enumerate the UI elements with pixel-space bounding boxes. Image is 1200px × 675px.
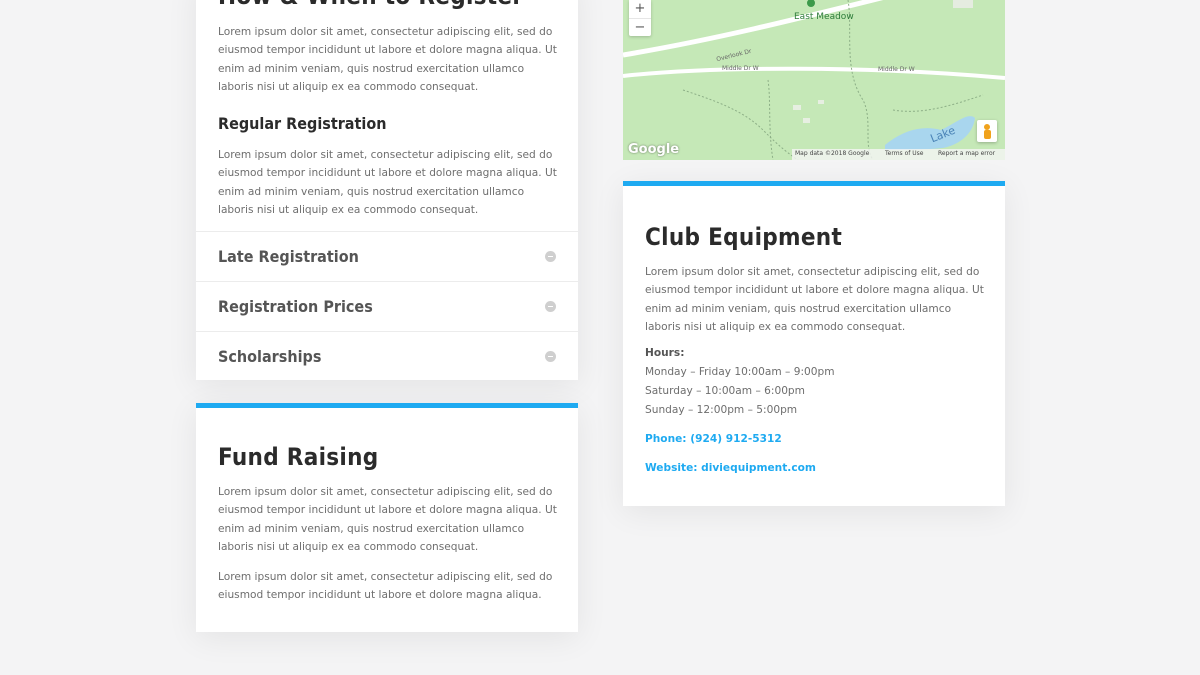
hours-line: Saturday – 10:00am – 6:00pm bbox=[645, 385, 805, 397]
map-road-label: Middle Dr W bbox=[722, 65, 759, 72]
toggle-registration-prices[interactable]: Registration Prices bbox=[196, 281, 578, 331]
map-road-label: Middle Dr W bbox=[878, 66, 915, 73]
map-data-credit: Map data ©2018 Google bbox=[795, 150, 870, 157]
toggle-label: Scholarships bbox=[218, 347, 322, 366]
fund-raising-text-2: Lorem ipsum dolor sit amet, consectetur … bbox=[218, 571, 553, 602]
zoom-out-button[interactable]: − bbox=[629, 18, 651, 36]
map-poi-label: East Meadow bbox=[794, 12, 854, 22]
phone-link[interactable]: Phone: (924) 912-5312 bbox=[645, 433, 782, 445]
club-equipment-text: Lorem ipsum dolor sit amet, consectetur … bbox=[645, 266, 984, 333]
toggle-late-registration[interactable]: Late Registration bbox=[196, 231, 578, 281]
registration-card: How & When to Register Lorem ipsum dolor… bbox=[196, 0, 578, 380]
zoom-in-button[interactable]: + bbox=[629, 0, 651, 17]
registration-intro: Lorem ipsum dolor sit amet, consectetur … bbox=[218, 26, 557, 93]
hours-line: Monday – Friday 10:00am – 9:00pm bbox=[645, 366, 835, 378]
fund-raising-card: Fund Raising Lorem ipsum dolor sit amet,… bbox=[196, 403, 578, 632]
map-zoom-controls: + − bbox=[629, 0, 651, 36]
toggle-label: Late Registration bbox=[218, 247, 359, 266]
fund-raising-title: Fund Raising bbox=[218, 443, 379, 471]
club-equipment-card: Club Equipment Lorem ipsum dolor sit ame… bbox=[623, 181, 1005, 506]
registration-title: How & When to Register bbox=[218, 0, 523, 10]
website-link[interactable]: Website: diviequipment.com bbox=[645, 462, 816, 474]
regular-registration-text: Lorem ipsum dolor sit amet, consectetur … bbox=[218, 149, 557, 216]
toggle-scholarships[interactable]: Scholarships bbox=[196, 331, 578, 381]
hours-label: Hours: bbox=[645, 347, 685, 359]
google-logo: Google bbox=[628, 142, 680, 157]
hours-line: Sunday – 12:00pm – 5:00pm bbox=[645, 404, 798, 416]
map-footer: Map data ©2018 Google Terms of Use Repor… bbox=[792, 149, 1005, 160]
collapse-circle-icon bbox=[545, 351, 556, 362]
collapse-circle-icon bbox=[545, 301, 556, 312]
report-error-link[interactable]: Report a map error bbox=[938, 150, 995, 157]
collapse-circle-icon bbox=[545, 251, 556, 262]
regular-registration-title: Regular Registration bbox=[218, 114, 387, 133]
toggle-label: Registration Prices bbox=[218, 297, 373, 316]
fund-raising-text: Lorem ipsum dolor sit amet, consectetur … bbox=[218, 486, 557, 553]
club-equipment-title: Club Equipment bbox=[645, 223, 843, 251]
street-view-pegman-icon[interactable] bbox=[977, 120, 997, 142]
terms-link[interactable]: Terms of Use bbox=[885, 150, 923, 157]
